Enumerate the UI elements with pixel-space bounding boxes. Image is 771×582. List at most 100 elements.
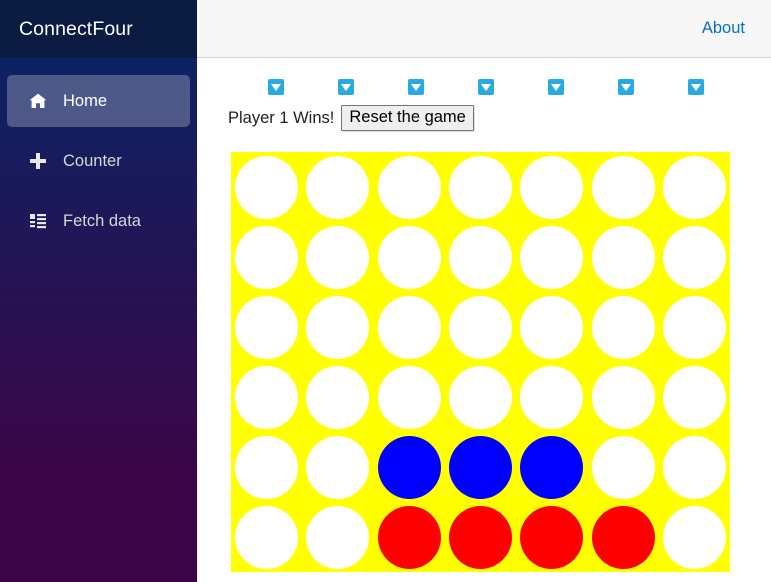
chevron-down-icon [621,83,631,91]
column-drop-arrow-3[interactable] [478,79,494,95]
board-cell[interactable] [445,502,516,572]
board-cell[interactable] [587,152,658,222]
disc-empty [235,155,299,219]
board-cell[interactable] [659,292,730,362]
board-cell[interactable] [231,362,302,432]
sidebar-item-home[interactable]: Home [7,75,190,127]
disc-player2 [520,435,584,499]
disc-empty [448,365,512,429]
board-cell[interactable] [516,222,587,292]
disc-empty [662,505,726,569]
disc-empty [306,365,370,429]
board-cell[interactable] [302,152,373,222]
board-cell[interactable] [587,432,658,502]
main-area: About Player 1 Wins! Reset the game [197,0,771,582]
app-brand-title[interactable]: ConnectFour [19,18,133,41]
sidebar-item-label-counter: Counter [63,151,122,170]
board-cell[interactable] [445,222,516,292]
disc-empty [235,295,299,359]
board-cell[interactable] [374,152,445,222]
game-status-row: Player 1 Wins! Reset the game [228,105,474,131]
board-cell[interactable] [445,432,516,502]
sidebar-item-fetch-data[interactable]: Fetch data [7,195,190,247]
status-text: Player 1 Wins! [228,108,335,127]
disc-empty [591,155,655,219]
disc-empty [520,155,584,219]
disc-empty [306,295,370,359]
disc-empty [448,225,512,289]
disc-empty [662,295,726,359]
board-cell[interactable] [374,222,445,292]
board-cell[interactable] [516,292,587,362]
board-cell[interactable] [587,292,658,362]
board-cell[interactable] [374,432,445,502]
disc-empty [306,505,370,569]
board-cell[interactable] [302,292,373,362]
disc-empty [306,155,370,219]
disc-empty [591,295,655,359]
board-cell[interactable] [302,222,373,292]
home-icon [27,90,49,112]
disc-player1 [520,505,584,569]
board-cell[interactable] [659,362,730,432]
board-cell[interactable] [231,432,302,502]
board-cell[interactable] [445,152,516,222]
about-link[interactable]: About [702,19,745,38]
app-root: ConnectFour Home Counter Fetch data Abou… [0,0,771,582]
column-drop-arrow-4[interactable] [548,79,564,95]
list-icon [27,210,49,232]
board-cell[interactable] [659,432,730,502]
board-cell[interactable] [302,502,373,572]
disc-player2 [377,435,441,499]
disc-empty [377,365,441,429]
disc-empty [662,155,726,219]
disc-empty [591,225,655,289]
column-drop-arrow-5[interactable] [618,79,634,95]
board-cell[interactable] [516,502,587,572]
column-drop-arrow-0[interactable] [268,79,284,95]
board-cell[interactable] [516,432,587,502]
board-cell[interactable] [302,362,373,432]
board-cell[interactable] [231,292,302,362]
board-cell[interactable] [516,362,587,432]
board-cell[interactable] [659,152,730,222]
board-cell[interactable] [374,502,445,572]
board-cell[interactable] [445,362,516,432]
disc-empty [662,435,726,499]
board-cell[interactable] [587,502,658,572]
disc-empty [377,295,441,359]
chevron-down-icon [691,83,701,91]
plus-icon [27,150,49,172]
board-cell[interactable] [587,362,658,432]
board-cell[interactable] [374,292,445,362]
board-cell[interactable] [231,222,302,292]
chevron-down-icon [271,83,281,91]
board-cell[interactable] [374,362,445,432]
board-cell[interactable] [659,502,730,572]
board-cell[interactable] [516,152,587,222]
board-cell[interactable] [659,222,730,292]
disc-empty [591,365,655,429]
board-cell[interactable] [302,432,373,502]
disc-empty [448,155,512,219]
reset-game-button[interactable]: Reset the game [341,105,474,131]
chevron-down-icon [411,83,421,91]
sidebar-item-counter[interactable]: Counter [7,135,190,187]
chevron-down-icon [341,83,351,91]
board-cell[interactable] [587,222,658,292]
board-cell[interactable] [231,502,302,572]
column-drop-arrow-1[interactable] [338,79,354,95]
column-drop-arrow-2[interactable] [408,79,424,95]
board-cell[interactable] [231,152,302,222]
chevron-down-icon [481,83,491,91]
disc-empty [235,505,299,569]
disc-empty [520,295,584,359]
disc-player1 [591,505,655,569]
column-drop-arrow-6[interactable] [688,79,704,95]
disc-empty [235,435,299,499]
sidebar-item-label-home: Home [63,91,108,110]
disc-empty [520,225,584,289]
disc-player2 [448,435,512,499]
board-cell[interactable] [445,292,516,362]
sidebar: ConnectFour Home Counter Fetch data [0,0,197,582]
